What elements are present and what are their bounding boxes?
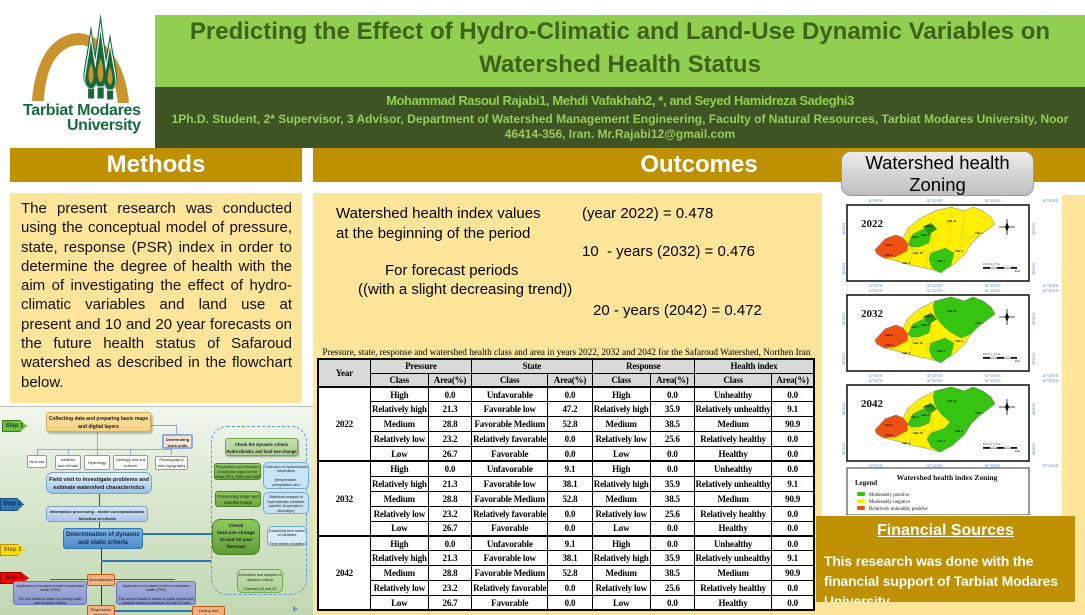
svg-text:Moderately negative: Moderately negative [869, 500, 911, 505]
svg-text:2032: 2032 [861, 308, 884, 320]
svg-text:Moderately positive: Moderately positive [869, 493, 910, 498]
svg-text:Watershed health index Zoning: Watershed health index Zoning [897, 473, 998, 482]
svg-text:2042: 2042 [861, 398, 884, 410]
svg-text:2022: 2022 [861, 218, 884, 230]
svg-text:Legend: Legend [855, 479, 877, 487]
svg-text:Relatively unhealthy positive: Relatively unhealthy positive [869, 507, 928, 512]
svg-text:University: University [67, 117, 141, 134]
